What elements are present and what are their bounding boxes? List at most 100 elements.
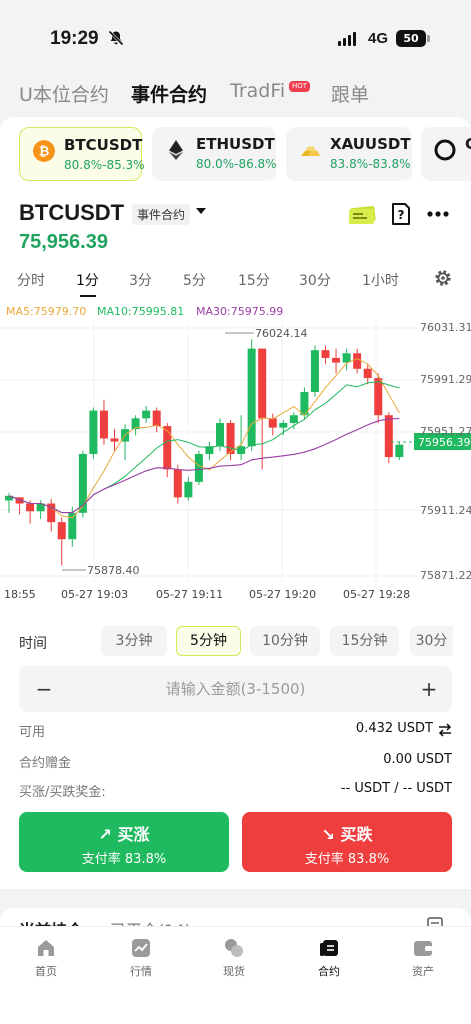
candle-body (332, 357, 341, 363)
y-tick: 75871.22 (420, 569, 471, 582)
nav-assets[interactable]: 资产 (393, 937, 453, 979)
tab-event-contract[interactable]: 事件合约 (131, 80, 207, 107)
candles (5, 339, 404, 566)
candle-body (216, 422, 224, 447)
amount-decrease-button[interactable]: − (31, 676, 57, 702)
candle-body (363, 368, 372, 379)
duration-3m[interactable]: 3分钟 (101, 626, 167, 656)
ma10-line (8, 381, 400, 514)
buy-down-payout: 支付率 83.8% (304, 852, 390, 867)
candle-body (78, 453, 87, 513)
coin-card-btcusdt[interactable]: ₿ BTCUSDT 80.8%-85.3% (19, 127, 145, 181)
x-tick: 18:55 (4, 588, 36, 601)
candle-body (384, 415, 393, 458)
interval-1h[interactable]: 1小时 (362, 270, 399, 290)
y-tick: 76031.31 (420, 321, 471, 334)
bitcoin-icon: ₿ (33, 140, 55, 162)
help-guide-icon[interactable]: ? (389, 202, 413, 226)
buy-down-button[interactable]: ↘ 买跌 支付率 83.8% (242, 812, 452, 872)
transfer-icon[interactable] (438, 723, 452, 737)
home-icon (38, 940, 54, 956)
amount-field: − + (19, 666, 452, 712)
duration-5m[interactable]: 5分钟 (176, 626, 241, 656)
network-type: 4G (368, 30, 389, 47)
price-chart[interactable]: 75956.39 MA5:75979.70 MA10:75995.81 MA30… (0, 300, 471, 605)
candle-body (247, 348, 256, 447)
ticket-icon[interactable] (348, 202, 378, 226)
coin-icon (434, 139, 456, 161)
interval-15m[interactable]: 15分 (238, 270, 270, 290)
nav-markets[interactable]: 行情 (111, 937, 171, 979)
nav-spot[interactable]: 现货 (204, 937, 264, 979)
page: 19:29 4G 50 U本位合约 事件合约 TradFi 跟单 HOT ₿ B… (0, 0, 471, 1024)
bonus-value: 0.00 USDT (383, 752, 452, 767)
contract-icon (320, 940, 338, 956)
chart-settings-gear-icon[interactable] (434, 269, 452, 287)
gold-bars-icon (301, 146, 320, 156)
candle-body (258, 348, 267, 419)
bonus-row: 合约赠金 0.00 USDT (19, 752, 452, 771)
coin-card-xauusdt[interactable]: XAUUSDT 83.8%-83.8% (286, 127, 412, 181)
bottom-nav: 首页 行情 现货 合约 资产 (0, 926, 471, 1024)
battery-icon: 50 (396, 30, 430, 47)
low-price-label: 75878.40 (87, 564, 140, 577)
svg-text:?: ? (398, 208, 405, 222)
buy-up-button[interactable]: ↗ 买涨 支付率 83.8% (19, 812, 229, 872)
tab-tradfi[interactable]: TradFi (230, 80, 285, 102)
coin-name: XAUUSDT (330, 135, 411, 153)
candle-body (194, 453, 203, 482)
arrow-up-right-icon: ↗ (98, 825, 118, 844)
coin-card-ethusdt[interactable]: ETHUSDT 80.0%-86.8% (152, 127, 277, 181)
interval-1m[interactable]: 1分 (76, 270, 99, 290)
candle-body (68, 512, 77, 540)
candle-body (152, 410, 161, 427)
coin-card-partial[interactable]: G (421, 127, 471, 181)
contract-type-tag[interactable]: 事件合约 (132, 204, 191, 225)
interval-30m[interactable]: 30分 (299, 270, 331, 290)
interval-5m[interactable]: 5分 (183, 270, 206, 290)
y-tick: 75911.24 (420, 504, 471, 517)
interval-timeline[interactable]: 分时 (17, 270, 45, 290)
arrow-down-right-icon: ↘ (321, 825, 341, 844)
candle-body (173, 469, 182, 498)
more-icon[interactable] (426, 210, 450, 218)
candle-body (57, 522, 66, 540)
duration-10m[interactable]: 10分钟 (250, 626, 320, 656)
coin-name: ETHUSDT (196, 135, 275, 153)
y-tick: 75991.29 (420, 373, 471, 386)
nav-label: 首页 (35, 965, 57, 978)
candle-body (310, 350, 319, 392)
candle-body (279, 422, 288, 428)
candle-body (26, 503, 35, 512)
amount-input[interactable] (69, 666, 402, 712)
interval-3m[interactable]: 3分 (129, 270, 152, 290)
ma5-legend: MA5:75979.70 (6, 305, 86, 318)
candle-body (268, 418, 277, 428)
ma30-legend: MA30:75975.99 (196, 305, 283, 318)
candle-body (289, 415, 298, 423)
tab-copy-trading[interactable]: 跟单 (331, 80, 369, 107)
nav-home[interactable]: 首页 (16, 937, 76, 979)
buy-up-label: 买涨 (117, 825, 150, 844)
x-tick: 05-27 19:20 (249, 588, 316, 601)
reward-row: 买涨/买跌奖金: -- USDT / -- USDT (19, 781, 452, 800)
tab-u-margin-contract[interactable]: U本位合约 (19, 80, 109, 107)
candle-body (89, 410, 98, 454)
hot-badge: HOT (289, 81, 311, 92)
nav-contract[interactable]: 合约 (299, 937, 359, 979)
duration-label: 时间 (19, 636, 47, 652)
duration-15m[interactable]: 15分钟 (330, 626, 399, 656)
amount-increase-button[interactable]: + (416, 676, 442, 702)
ma5-line (8, 357, 400, 519)
buy-down-label: 买跌 (340, 825, 373, 844)
wallet-icon (414, 941, 432, 956)
nav-label: 现货 (223, 965, 245, 978)
interval-underline (80, 295, 96, 297)
chevron-down-icon[interactable] (196, 208, 206, 214)
duration-30m[interactable]: 30分 (410, 626, 453, 656)
status-bar: 19:29 4G 50 (0, 0, 471, 70)
spot-coins-icon (225, 939, 243, 957)
x-tick: 05-27 19:03 (61, 588, 128, 601)
high-price-label: 76024.14 (255, 327, 308, 340)
candle-body (374, 378, 383, 416)
